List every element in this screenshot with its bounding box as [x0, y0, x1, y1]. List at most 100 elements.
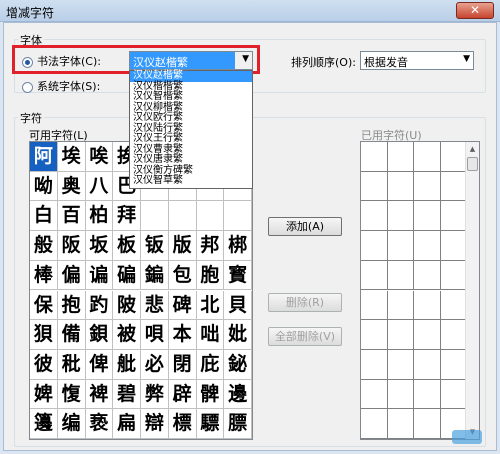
char-cell[interactable]: 彼	[30, 349, 58, 380]
used-char-cell[interactable]	[440, 290, 467, 321]
char-cell[interactable]: 鍽	[141, 260, 169, 291]
font-option[interactable]: 汉仪智草繁	[130, 175, 252, 187]
used-char-cell[interactable]	[361, 201, 388, 232]
char-cell[interactable]: 碧	[113, 379, 141, 410]
char-cell[interactable]: 般	[30, 231, 58, 261]
char-cell[interactable]: 貝	[224, 290, 252, 321]
char-cell[interactable]: 钣	[141, 231, 169, 261]
char-cell[interactable]: 扁	[113, 409, 141, 439]
char-cell[interactable]: 婢	[30, 379, 58, 410]
char-cell[interactable]: 被	[113, 320, 141, 350]
used-chars-scrollbar[interactable]: ▲ ▼	[465, 142, 479, 439]
char-cell[interactable]: 備	[57, 320, 86, 350]
char-cell[interactable]: 奥	[57, 171, 86, 202]
char-cell[interactable]: 悲	[141, 290, 169, 321]
used-char-cell[interactable]	[387, 290, 414, 321]
used-char-cell[interactable]	[361, 260, 388, 291]
char-cell[interactable]	[141, 201, 169, 232]
font-option[interactable]: 汉仪王行繁	[130, 133, 252, 145]
char-cell[interactable]: 八	[85, 171, 114, 202]
char-cell[interactable]: 唄	[141, 320, 169, 350]
char-cell[interactable]: 谝	[85, 260, 114, 291]
char-cell[interactable]: 庇	[196, 349, 225, 380]
char-cell[interactable]: 鋇	[85, 320, 114, 350]
char-cell[interactable]: 柏	[85, 201, 114, 232]
char-cell[interactable]	[224, 201, 252, 232]
used-char-cell[interactable]	[440, 260, 467, 291]
scroll-up-icon[interactable]: ▲	[466, 142, 479, 156]
char-cell[interactable]	[196, 201, 225, 232]
used-char-cell[interactable]	[387, 142, 414, 172]
used-char-cell[interactable]	[361, 231, 388, 261]
used-char-cell[interactable]	[387, 260, 414, 291]
char-cell[interactable]: 北	[196, 290, 225, 321]
used-char-cell[interactable]	[361, 409, 388, 439]
char-cell[interactable]: 碑	[168, 290, 197, 321]
font-option[interactable]: 汉仪欧行繁	[130, 112, 252, 124]
used-char-cell[interactable]	[440, 349, 467, 380]
used-char-cell[interactable]	[387, 379, 414, 410]
char-cell[interactable]: 咄	[196, 320, 225, 350]
char-cell[interactable]: 胞	[196, 260, 225, 291]
char-cell[interactable]: 白	[30, 201, 58, 232]
order-select[interactable]: 根据发音 ▼	[360, 51, 474, 70]
add-button[interactable]: 添加(A)	[268, 217, 342, 236]
used-char-cell[interactable]	[361, 290, 388, 321]
used-char-cell[interactable]	[387, 201, 414, 232]
char-cell[interactable]: 邊	[224, 379, 252, 410]
char-cell[interactable]: 编	[57, 409, 86, 439]
used-char-cell[interactable]	[387, 171, 414, 202]
char-cell[interactable]: 版	[168, 231, 197, 261]
delete-button[interactable]: 删除(R)	[268, 293, 342, 312]
char-cell[interactable]: 邦	[196, 231, 225, 261]
char-cell[interactable]: 棒	[30, 260, 58, 291]
char-cell[interactable]: 辟	[168, 379, 197, 410]
char-cell[interactable]: 抱	[57, 290, 86, 321]
char-cell[interactable]: 舭	[113, 349, 141, 380]
char-cell[interactable]: 陂	[113, 290, 141, 321]
char-cell[interactable]: 坂	[85, 231, 114, 261]
char-cell[interactable]: 拜	[113, 201, 141, 232]
used-char-cell[interactable]	[414, 142, 441, 172]
used-char-cell[interactable]	[361, 379, 388, 410]
used-char-cell[interactable]	[387, 349, 414, 380]
used-char-cell[interactable]	[414, 260, 441, 291]
char-cell[interactable]: 呦	[30, 171, 58, 202]
used-char-cell[interactable]	[361, 142, 388, 172]
char-cell[interactable]: 保	[30, 290, 58, 321]
used-char-cell[interactable]	[414, 320, 441, 350]
used-char-cell[interactable]	[387, 231, 414, 261]
font-option[interactable]: 汉仪赵楷繁	[130, 70, 252, 82]
char-cell[interactable]: 愎	[57, 379, 86, 410]
char-cell[interactable]: 必	[141, 349, 169, 380]
used-chars-grid[interactable]: ▲ ▼	[360, 141, 480, 440]
char-cell[interactable]: 埃	[57, 142, 86, 172]
font-option[interactable]: 汉仪唐隶繁	[130, 154, 252, 166]
char-cell[interactable]: 裨	[85, 379, 114, 410]
used-char-cell[interactable]	[361, 349, 388, 380]
char-cell[interactable]: 妣	[224, 320, 252, 350]
char-cell[interactable]: 閉	[168, 349, 197, 380]
used-char-cell[interactable]	[414, 349, 441, 380]
used-char-cell[interactable]	[361, 320, 388, 350]
char-cell[interactable]: 阿	[30, 142, 58, 172]
char-cell[interactable]	[168, 201, 197, 232]
used-char-cell[interactable]	[414, 409, 441, 439]
char-cell[interactable]: 包	[168, 260, 197, 291]
char-cell[interactable]: 髀	[196, 379, 225, 410]
used-char-cell[interactable]	[440, 171, 467, 202]
char-cell[interactable]: 亵	[85, 409, 114, 439]
char-cell[interactable]: 趵	[85, 290, 114, 321]
system-font-radio[interactable]: 系统字体(S):	[22, 78, 100, 94]
char-cell[interactable]: 辯	[141, 409, 169, 439]
char-cell[interactable]: 寳	[224, 260, 252, 291]
char-cell[interactable]: 籩	[30, 409, 58, 439]
used-char-cell[interactable]	[361, 171, 388, 202]
font-dropdown-list[interactable]: 汉仪赵楷繁 汉仪楷楷繁 汉仪智楷繁 汉仪柳楷繁 汉仪欧行繁 汉仪陆行繁 汉仪王行繁 汉仪曹隶繁…	[129, 70, 253, 189]
used-char-cell[interactable]	[387, 409, 414, 439]
char-cell[interactable]: 阪	[57, 231, 86, 261]
char-cell[interactable]: 鉍	[224, 349, 252, 380]
used-char-cell[interactable]	[414, 379, 441, 410]
used-char-cell[interactable]	[440, 379, 467, 410]
char-cell[interactable]: 標	[168, 409, 197, 439]
